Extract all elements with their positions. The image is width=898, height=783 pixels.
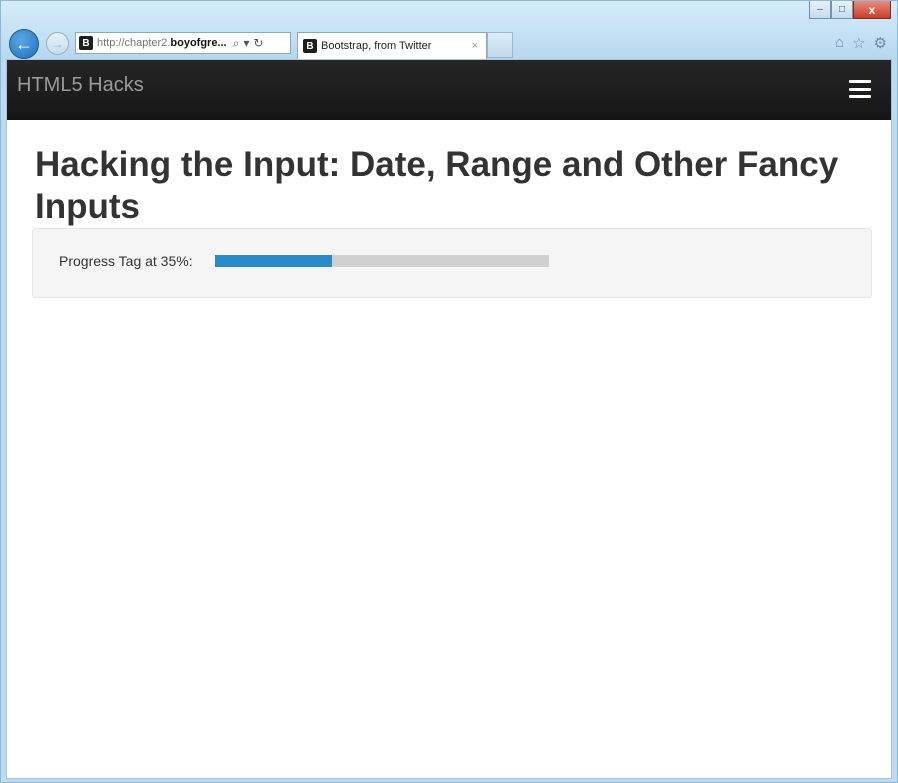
address-actions: ⌕ ▾ ↻	[233, 36, 264, 51]
browser-toolbar-icons: ⌂ ☆ ⚙	[835, 34, 887, 52]
address-bar[interactable]: B http://chapter2. boyofgre... ⌕ ▾ ↻	[75, 32, 291, 54]
refresh-icon[interactable]: ↻	[253, 36, 263, 51]
address-url-domain: boyofgre...	[170, 37, 227, 49]
forward-icon[interactable]: →	[46, 32, 69, 55]
settings-gear-icon[interactable]: ⚙	[874, 34, 887, 52]
browser-window: – □ x ← → B http://chapter2. boyofgre... …	[0, 0, 898, 783]
tab-favicon-icon: B	[303, 39, 317, 53]
hamburger-bar	[849, 95, 871, 98]
progress-fill	[215, 255, 332, 267]
close-button[interactable]: x	[853, 1, 891, 19]
back-icon[interactable]: ←	[9, 29, 39, 59]
top-navbar: HTML5 Hacks	[7, 60, 891, 120]
hamburger-menu-icon[interactable]	[849, 80, 871, 98]
browser-chrome: – □ x ← → B http://chapter2. boyofgre... …	[1, 1, 897, 59]
address-url-prefix: http://chapter2.	[97, 37, 171, 49]
progress-well: Progress Tag at 35%:	[32, 228, 872, 298]
site-favicon-icon: B	[79, 36, 93, 50]
navbar-brand[interactable]: HTML5 Hacks	[17, 74, 144, 97]
page-viewport: HTML5 Hacks Hacking the Input: Date, Ran…	[6, 59, 892, 779]
dropdown-icon[interactable]: ▾	[243, 36, 249, 51]
search-icon[interactable]: ⌕	[233, 36, 240, 51]
progress-label: Progress Tag at 35%:	[59, 253, 193, 269]
favorites-star-icon[interactable]: ☆	[852, 34, 865, 52]
window-controls: – □ x	[809, 1, 891, 19]
progress-bar	[215, 255, 549, 267]
minimize-button[interactable]: –	[809, 1, 831, 19]
hamburger-bar	[849, 87, 871, 91]
tab-title: Bootstrap, from Twitter	[321, 40, 432, 52]
browser-tab[interactable]: B Bootstrap, from Twitter ×	[297, 32, 487, 59]
tab-close-icon[interactable]: ×	[472, 40, 478, 52]
maximize-button[interactable]: □	[831, 1, 853, 19]
hamburger-bar	[849, 80, 871, 83]
page-title: Hacking the Input: Date, Range and Other…	[35, 145, 839, 226]
home-icon[interactable]: ⌂	[835, 34, 844, 52]
new-tab-button[interactable]	[487, 32, 513, 58]
